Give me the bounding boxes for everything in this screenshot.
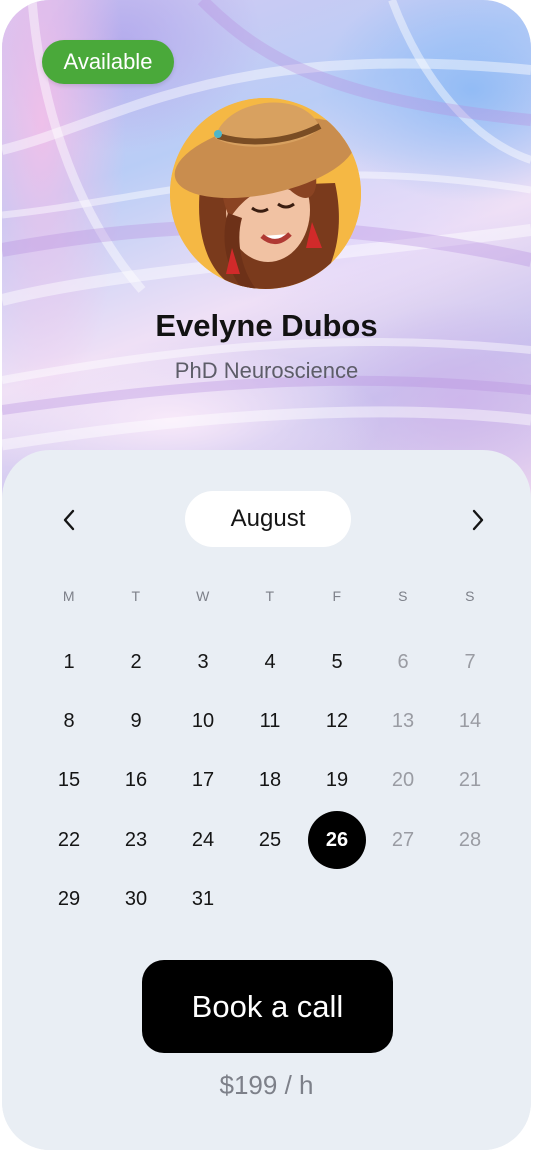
calendar-day[interactable]: 15 [40,751,98,809]
calendar-day[interactable]: 11 [241,692,299,750]
calendar-day[interactable]: 18 [241,751,299,809]
calendar-day[interactable]: 13 [374,692,432,750]
calendar-day-selected[interactable]: 26 [308,811,366,869]
profile-card: Available Evelyne Dubos PhD Neuroscience… [2,0,531,1150]
calendar-day[interactable]: 23 [107,811,165,869]
calendar-day[interactable]: 10 [174,692,232,750]
calendar-day[interactable]: 19 [308,751,366,809]
profile-subtitle: PhD Neuroscience [174,358,359,383]
calendar-day[interactable]: 9 [107,692,165,750]
calendar-day[interactable]: 20 [374,751,432,809]
calendar-day[interactable]: 31 [174,870,232,928]
calendar-day[interactable]: 28 [441,811,499,869]
calendar-day[interactable]: 1 [40,633,98,691]
calendar-day[interactable]: 17 [174,751,232,809]
calendar-day[interactable]: 30 [107,870,165,928]
calendar-day[interactable]: 5 [308,633,366,691]
book-call-button[interactable]: Book a call [142,960,393,1053]
price-label: $199 / h [219,1070,314,1100]
calendar-day[interactable]: 7 [441,633,499,691]
calendar-day[interactable]: 27 [374,811,432,869]
calendar-day[interactable]: 25 [241,811,299,869]
hero-background: Available Evelyne Dubos PhD Neuroscience [2,0,531,520]
portrait-image [170,98,361,289]
avatar [170,98,361,289]
calendar-day[interactable]: 4 [241,633,299,691]
weekday-label: M [62,588,76,604]
weekday-label: S [465,588,475,604]
calendar-day[interactable]: 21 [441,751,499,809]
calendar-day[interactable]: 12 [308,692,366,750]
weekday-label: T [265,588,275,604]
calendar-day[interactable]: 14 [441,692,499,750]
weekday-label: T [131,588,141,604]
calendar-day[interactable]: 29 [40,870,98,928]
calendar-day[interactable]: 3 [174,633,232,691]
weekday-header: MTWTFSS [35,588,505,612]
calendar-day[interactable]: 16 [107,751,165,809]
weekday-label: F [332,588,342,604]
calendar-grid: 1 2 3 4 5 6 7 8 9 10 11 12 13 14 15 16 17 18 19 20 21 22 23 24 2… [35,632,505,932]
calendar-day[interactable]: 2 [107,633,165,691]
calendar-day[interactable]: 24 [174,811,232,869]
status-badge: Available [42,40,174,84]
profile-name: Evelyne Dubos [155,308,378,343]
calendar-day[interactable]: 8 [40,692,98,750]
weekday-label: W [196,588,210,604]
chevron-left-icon [63,509,75,531]
prev-month-button[interactable] [49,498,89,542]
chevron-right-icon [472,509,484,531]
calendar-day[interactable]: 6 [374,633,432,691]
calendar-day[interactable]: 22 [40,811,98,869]
next-month-button[interactable] [458,498,498,542]
weekday-label: S [398,588,408,604]
month-selector[interactable]: August [185,491,351,547]
